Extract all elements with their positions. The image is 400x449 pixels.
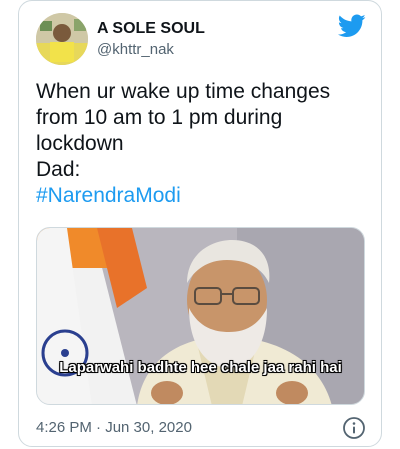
media-caption: Laparwahi badhte hee chale jaa rahi hai <box>59 359 342 376</box>
tweet-text: When ur wake up time changes from 10 am … <box>36 79 366 209</box>
hashtag-link[interactable]: #NarendraModi <box>36 183 366 209</box>
user-handle[interactable]: @khttr_nak <box>97 41 174 58</box>
tweet-line: When ur wake up time changes <box>36 80 331 103</box>
tweet-timestamp[interactable]: 4:26 PM · Jun 30, 2020 <box>36 419 192 436</box>
twitter-bird-icon[interactable] <box>338 14 366 38</box>
tweet-line: from 10 am to 1 pm during <box>36 106 283 129</box>
info-icon[interactable] <box>342 416 366 440</box>
tweet-media-image[interactable]: Laparwahi badhte hee chale jaa rahi hai <box>36 227 365 405</box>
display-name[interactable]: A SOLE SOUL <box>97 20 205 38</box>
tweet-card[interactable]: A SOLE SOUL @khttr_nak When ur wake up t… <box>18 0 382 447</box>
avatar[interactable] <box>36 13 88 65</box>
tweet-line: Dad: <box>36 158 81 181</box>
tweet-line: lockdown <box>36 132 124 155</box>
